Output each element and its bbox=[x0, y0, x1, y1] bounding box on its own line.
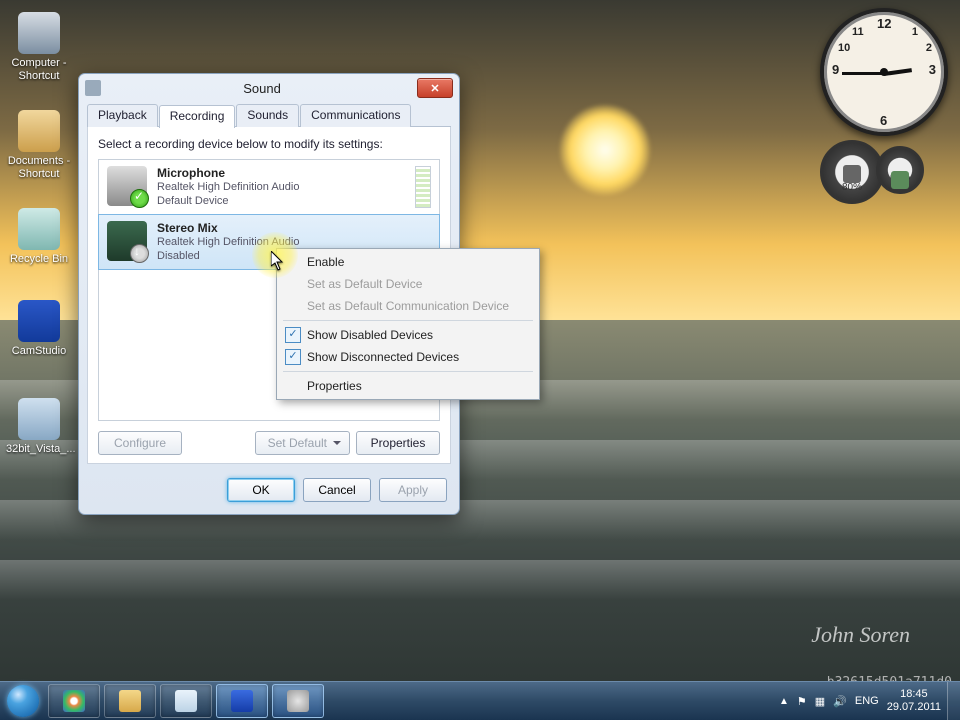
tray-volume-icon[interactable]: 🔊 bbox=[833, 695, 847, 708]
ok-button[interactable]: OK bbox=[227, 478, 295, 502]
clock-gadget[interactable]: 12 3 6 9 1 2 11 10 bbox=[820, 8, 948, 136]
desktop-icon-label: Computer - Shortcut bbox=[6, 57, 72, 83]
desktop-icon-vista[interactable]: 32bit_Vista_... bbox=[6, 398, 72, 456]
recycle-icon bbox=[18, 208, 60, 250]
tray-time: 18:45 bbox=[887, 688, 941, 701]
desktop-icon-label: Documents - Shortcut bbox=[6, 155, 72, 181]
menu-separator bbox=[283, 320, 533, 321]
tray-date: 29.07.2011 bbox=[887, 701, 941, 714]
taskbar[interactable]: ▲ ⚑ ▦ 🔊 ENG 18:45 29.07.2011 bbox=[0, 681, 960, 720]
device-icon: ↓ bbox=[107, 221, 147, 261]
folder-icon bbox=[119, 690, 141, 712]
windows-orb-icon bbox=[7, 685, 39, 717]
device-name: Stereo Mix bbox=[157, 221, 431, 235]
menu-item-properties[interactable]: Properties bbox=[277, 375, 539, 397]
tab-sounds[interactable]: Sounds bbox=[236, 104, 299, 127]
set-default-button[interactable]: Set Default bbox=[255, 431, 350, 455]
tray-network-icon[interactable]: ▦ bbox=[815, 695, 825, 708]
tray-action-center-icon[interactable]: ⚑ bbox=[797, 695, 807, 708]
menu-item-label: Show Disabled Devices bbox=[307, 328, 433, 342]
mouse-cursor bbox=[271, 251, 285, 271]
cpu-meter-gadget[interactable]: 80% 63% bbox=[820, 140, 924, 204]
device-microphone[interactable]: ✓ MicrophoneRealtek High Definition Audio… bbox=[99, 160, 439, 215]
device-icon: ✓ bbox=[107, 166, 147, 206]
device-status-badge: ✓ bbox=[130, 189, 149, 208]
tab-communications[interactable]: Communications bbox=[300, 104, 411, 127]
taskbar-camstudio[interactable] bbox=[216, 684, 268, 718]
apply-button[interactable]: Apply bbox=[379, 478, 447, 502]
device-subtitle: Realtek High Definition Audio bbox=[157, 180, 409, 194]
desktop-icon-label: CamStudio bbox=[6, 345, 72, 358]
check-icon: ✓ bbox=[285, 327, 301, 343]
start-button[interactable] bbox=[0, 682, 46, 720]
context-menu: Enable Set as Default Device Set as Defaul… bbox=[276, 248, 540, 400]
close-button[interactable]: ✕ bbox=[417, 78, 453, 98]
documents-icon bbox=[18, 110, 60, 152]
menu-item-show-disabled-devices[interactable]: ✓ Show Disabled Devices bbox=[277, 324, 539, 346]
computer-icon bbox=[18, 12, 60, 54]
properties-button[interactable]: Properties bbox=[356, 431, 440, 455]
desktop-icon-label: Recycle Bin bbox=[6, 253, 72, 266]
level-meter bbox=[415, 166, 431, 208]
menu-item-show-disconnected-devices[interactable]: ✓ Show Disconnected Devices bbox=[277, 346, 539, 368]
notepad-icon bbox=[175, 690, 197, 712]
vista-icon bbox=[18, 398, 60, 440]
menu-item-label: Enable bbox=[307, 255, 344, 269]
ram-chip-icon bbox=[891, 171, 909, 189]
show-desktop-button[interactable] bbox=[947, 682, 960, 720]
minute-hand bbox=[842, 72, 884, 75]
desktop-icon-recycle[interactable]: Recycle Bin bbox=[6, 208, 72, 266]
configure-button[interactable]: Configure bbox=[98, 431, 182, 455]
dialog-buttons: OK Cancel Apply bbox=[79, 472, 459, 514]
tray-show-hidden-icon[interactable]: ▲ bbox=[779, 696, 789, 707]
tab-strip: PlaybackRecordingSoundsCommunications bbox=[87, 104, 451, 127]
cancel-button[interactable]: Cancel bbox=[303, 478, 371, 502]
ram-gauge: 63% bbox=[876, 146, 924, 194]
tab-playback[interactable]: Playback bbox=[87, 104, 158, 127]
camstudio-icon bbox=[18, 300, 60, 342]
titlebar[interactable]: Sound ✕ bbox=[79, 74, 459, 102]
chrome-icon bbox=[63, 690, 85, 712]
camstudio-icon bbox=[231, 690, 253, 712]
tray-clock[interactable]: 18:45 29.07.2011 bbox=[887, 688, 941, 714]
menu-item-set-as-default-communication-device: Set as Default Communication Device bbox=[277, 295, 539, 317]
wallpaper-signature: John Soren bbox=[811, 622, 910, 648]
desktop-icon-documents[interactable]: Documents - Shortcut bbox=[6, 110, 72, 181]
desktop-icon-label: 32bit_Vista_... bbox=[6, 443, 72, 456]
taskbar-chrome[interactable] bbox=[48, 684, 100, 718]
menu-item-set-as-default-device: Set as Default Device bbox=[277, 273, 539, 295]
window-title: Sound bbox=[107, 81, 417, 96]
sound-icon bbox=[85, 80, 101, 96]
desktop-icon-camstudio[interactable]: CamStudio bbox=[6, 300, 72, 358]
taskbar-sound[interactable] bbox=[272, 684, 324, 718]
system-tray[interactable]: ▲ ⚑ ▦ 🔊 ENG 18:45 29.07.2011 bbox=[779, 688, 947, 714]
wallpaper-sun bbox=[560, 105, 650, 195]
cpu-gauge: 80% bbox=[820, 140, 884, 204]
check-icon: ✓ bbox=[285, 349, 301, 365]
menu-item-enable[interactable]: Enable bbox=[277, 251, 539, 273]
tab-recording[interactable]: Recording bbox=[159, 105, 236, 128]
device-status-badge: ↓ bbox=[130, 244, 149, 263]
device-status: Default Device bbox=[157, 194, 409, 208]
menu-item-label: Set as Default Device bbox=[307, 277, 422, 291]
taskbar-notepad[interactable] bbox=[160, 684, 212, 718]
tray-language[interactable]: ENG bbox=[855, 695, 879, 707]
desktop-icon-computer[interactable]: Computer - Shortcut bbox=[6, 12, 72, 83]
cpu-chip-icon bbox=[843, 165, 861, 183]
menu-separator bbox=[283, 371, 533, 372]
speaker-icon bbox=[287, 690, 309, 712]
device-name: Microphone bbox=[157, 166, 409, 180]
menu-item-label: Show Disconnected Devices bbox=[307, 350, 459, 364]
menu-item-label: Set as Default Communication Device bbox=[307, 299, 509, 313]
menu-item-label: Properties bbox=[307, 379, 362, 393]
instruction-text: Select a recording device below to modif… bbox=[98, 137, 440, 151]
taskbar-explorer[interactable] bbox=[104, 684, 156, 718]
